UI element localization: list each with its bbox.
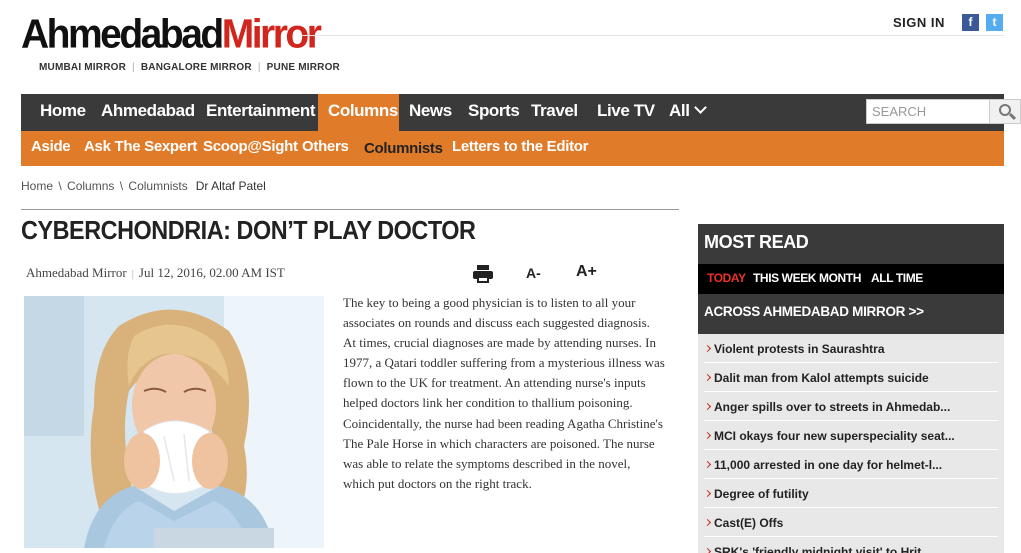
logo-part-ahmedabad: Ahmedabad	[21, 11, 224, 58]
list-item[interactable]: Cast(E) Offs	[704, 508, 998, 537]
breadcrumb-columnists[interactable]: Columnists	[128, 179, 187, 193]
nav-item-travel[interactable]: Travel	[531, 94, 578, 131]
divider: |	[131, 268, 134, 280]
breadcrumb-columns[interactable]: Columns	[67, 179, 114, 193]
list-item[interactable]: Degree of futility	[704, 479, 998, 508]
increase-font-button[interactable]: A+	[576, 263, 597, 281]
sister-link-mumbai[interactable]: MUMBAI MIRROR	[39, 62, 126, 73]
nav-item-columns[interactable]: Columns	[318, 94, 399, 131]
byline: Ahmedabad Mirror | Jul 12, 2016, 02.00 AM …	[26, 265, 285, 281]
list-item[interactable]: 11,000 arrested in one day for helmet-l.…	[704, 450, 998, 479]
header-divider	[300, 35, 1004, 36]
subnav-item-aside[interactable]: Aside	[31, 131, 71, 166]
chevron-down-icon	[693, 101, 707, 114]
subnav-item-ask-the-sexpert[interactable]: Ask The Sexpert	[84, 131, 197, 166]
article-photo	[24, 296, 324, 548]
most-read-tabs: TODAY THIS WEEK MONTH ALL TIME	[698, 264, 1004, 294]
subnav-item-letters[interactable]: Letters to the Editor	[452, 131, 589, 166]
nav-item-all[interactable]: All	[669, 94, 707, 131]
most-read-heading: MOST READ	[698, 224, 1004, 264]
tab-this-week[interactable]: THIS WEEK	[753, 271, 816, 285]
nav-item-sports[interactable]: Sports	[468, 94, 520, 131]
breadcrumb: Home \ Columns \ Columnists Dr Altaf Pate…	[21, 179, 266, 193]
site-logo[interactable]: AhmedabadMirror	[21, 11, 322, 58]
signin-link[interactable]: SIGN IN	[893, 15, 945, 30]
divider: |	[257, 62, 261, 73]
title-divider	[21, 209, 679, 210]
woman-sneezing-illustration	[24, 296, 324, 548]
breadcrumb-separator: \	[116, 179, 127, 193]
tab-all-time[interactable]: ALL TIME	[871, 271, 923, 285]
subnav-item-columnists[interactable]: Columnists	[364, 133, 443, 168]
article-source: Ahmedabad Mirror	[26, 265, 127, 280]
tab-month[interactable]: MONTH	[819, 271, 861, 285]
nav-item-home[interactable]: Home	[40, 94, 86, 131]
article-date: Jul 12, 2016, 02.00 AM IST	[138, 265, 285, 280]
article-body: The key to being a good physician is to …	[343, 295, 665, 491]
list-item[interactable]: Dalit man from Kalol attempts suicide	[704, 363, 998, 392]
breadcrumb-home[interactable]: Home	[21, 179, 53, 193]
subnav-item-others[interactable]: Others	[302, 131, 349, 166]
nav-item-news[interactable]: News	[409, 94, 452, 131]
facebook-icon[interactable]: f	[962, 14, 979, 31]
nav-item-livetv[interactable]: Live TV	[597, 94, 655, 131]
subnav-item-scoop-sight[interactable]: Scoop@Sight	[203, 131, 298, 166]
list-item[interactable]: MCI okays four new superspeciality seat.…	[704, 421, 998, 450]
search-icon-handle	[1008, 112, 1017, 121]
breadcrumb-current: Dr Altaf Patel	[195, 179, 266, 193]
decrease-font-button[interactable]: A-	[526, 265, 541, 281]
nav-item-entertainment[interactable]: Entertainment	[206, 94, 315, 131]
sister-sites: MUMBAI MIRROR | BANGALORE MIRROR | PUNE MIRR…	[39, 62, 340, 73]
list-item[interactable]: SRK's 'friendly midnight visit' to Hrit.…	[704, 537, 998, 553]
print-icon-paper	[477, 276, 489, 283]
sub-nav: Aside Ask The Sexpert Scoop@Sight Others…	[21, 131, 1004, 166]
twitter-icon[interactable]: t	[986, 14, 1003, 31]
nav-item-ahmedabad[interactable]: Ahmedabad	[101, 94, 195, 131]
print-icon-top	[477, 265, 489, 270]
list-item[interactable]: Violent protests in Saurashtra	[704, 334, 998, 363]
sister-link-pune[interactable]: PUNE MIRROR	[267, 62, 340, 73]
sister-link-bangalore[interactable]: BANGALORE MIRROR	[141, 62, 252, 73]
tab-today[interactable]: TODAY	[707, 271, 746, 285]
article-title: CYBERCHONDRIA: DON’T PLAY DOCTOR	[21, 215, 476, 245]
breadcrumb-separator: \	[55, 179, 66, 193]
main-nav: Home Ahmedabad Entertainment Columns New…	[21, 94, 1021, 131]
divider: |	[132, 62, 135, 73]
search-button[interactable]	[989, 99, 1021, 124]
list-item[interactable]: Anger spills over to streets in Ahmedab.…	[704, 392, 998, 421]
search-input[interactable]: SEARCH	[866, 99, 990, 124]
print-icon[interactable]	[473, 265, 493, 283]
nav-item-all-label: All	[669, 101, 690, 120]
across-mirror-link[interactable]: ACROSS AHMEDABAD MIRROR >>	[698, 294, 1004, 334]
most-read-list: Violent protests in Saurashtra Dalit man…	[698, 334, 1004, 553]
